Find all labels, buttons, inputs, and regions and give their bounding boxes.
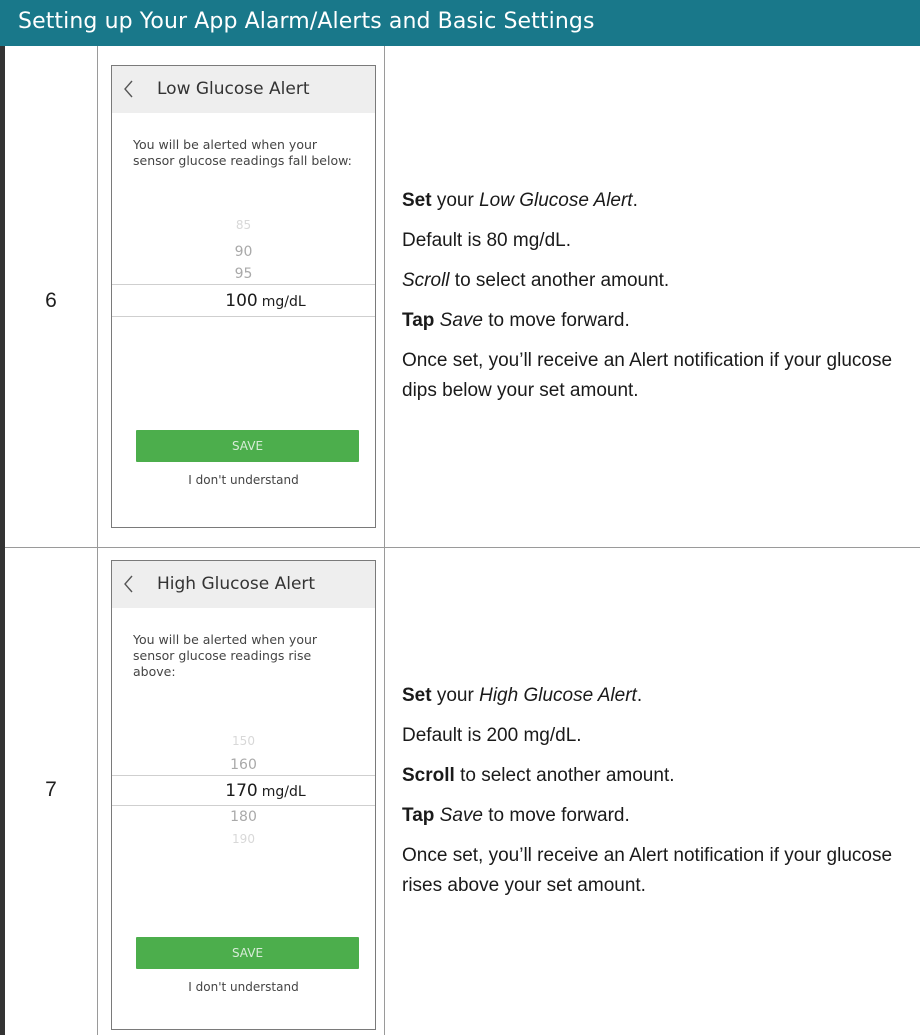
instruction-default: Default is 80 mg/dL. (402, 230, 571, 251)
picker-selected-value[interactable]: 100 mg/dL (134, 291, 375, 311)
italic-text: Save (439, 310, 483, 331)
picker-bottom-line (112, 316, 375, 317)
step-instructions: Set your High Glucose Alert. Default is … (402, 681, 912, 911)
selected-number: 170 (225, 781, 258, 801)
selected-number: 100 (225, 291, 258, 311)
phone-nav-bar: Low Glucose Alert (112, 66, 375, 113)
plain-text: . (636, 685, 643, 706)
italic-text: Scroll (402, 270, 450, 291)
instruction-set: Set your High Glucose Alert. (402, 681, 912, 711)
italic-text: High Glucose Alert (479, 685, 637, 706)
instruction-tap: Tap Save to move forward. (402, 306, 912, 336)
step-number: 7 (45, 778, 57, 801)
section-title: Setting up Your App Alarm/Alerts and Bas… (18, 9, 595, 34)
help-link[interactable]: I don't understand (112, 980, 375, 994)
phone-screen-title: High Glucose Alert (157, 574, 316, 594)
step-number: 6 (45, 289, 57, 312)
instruction-default: Default is 200 mg/dL. (402, 725, 582, 746)
plain-text: to select another amount. (449, 270, 670, 291)
bold-text: Set (402, 190, 432, 211)
plain-text: your (431, 685, 480, 706)
help-link[interactable]: I don't understand (112, 473, 375, 487)
table-row-step-7: 7 High Glucose Alert You will be alerted… (5, 548, 920, 1035)
instruction-note: Once set, you’ll receive an Alert notifi… (402, 845, 893, 896)
bold-text: Set (402, 685, 432, 706)
bold-text: Tap (402, 310, 435, 331)
picker-option[interactable]: 160 (112, 757, 375, 773)
instruction-set: Set your Low Glucose Alert. (402, 186, 912, 216)
italic-text: Low Glucose Alert (479, 190, 633, 211)
picker-bottom-line (112, 805, 375, 806)
bold-text: Scroll (402, 765, 455, 786)
picker-top-line (112, 284, 375, 285)
phone-nav-bar: High Glucose Alert (112, 561, 375, 608)
plain-text: to move forward. (482, 805, 630, 826)
back-chevron-icon[interactable] (122, 575, 136, 593)
instruction-scroll: Scroll to select another amount. (402, 266, 912, 296)
picker-option[interactable]: 180 (112, 809, 375, 825)
instruction-tap: Tap Save to move forward. (402, 801, 912, 831)
selected-unit: mg/dL (261, 294, 306, 310)
phone-screenshot: High Glucose Alert You will be alerted w… (111, 560, 376, 1030)
picker-option[interactable]: 95 (112, 266, 375, 282)
bold-text: Tap (402, 805, 435, 826)
save-button[interactable]: SAVE (136, 937, 359, 969)
save-button[interactable]: SAVE (136, 430, 359, 462)
plain-text: to select another amount. (454, 765, 675, 786)
step-instructions: Set your Low Glucose Alert. Default is 8… (402, 186, 912, 416)
picker-option[interactable]: 85 (112, 218, 375, 232)
instruction-page: Setting up Your App Alarm/Alerts and Bas… (0, 0, 920, 1035)
instruction-scroll: Scroll to select another amount. (402, 761, 912, 791)
picker-option[interactable]: 190 (112, 832, 375, 846)
section-header: Setting up Your App Alarm/Alerts and Bas… (0, 0, 920, 46)
picker-top-line (112, 775, 375, 776)
alert-description: You will be alerted when your sensor glu… (133, 632, 318, 679)
instruction-note: Once set, you’ll receive an Alert notifi… (402, 350, 893, 401)
italic-text: Save (439, 805, 483, 826)
plain-text: your (431, 190, 480, 211)
phone-screen-title: Low Glucose Alert (157, 79, 310, 99)
table-row-step-6: 6 Low Glucose Alert You will be alerted … (5, 46, 920, 548)
plain-text: to move forward. (482, 310, 630, 331)
picker-selected-value[interactable]: 170 mg/dL (134, 781, 375, 801)
picker-option[interactable]: 150 (112, 734, 375, 748)
picker-option[interactable]: 90 (112, 244, 375, 260)
steps-table: 6 Low Glucose Alert You will be alerted … (5, 46, 920, 1035)
plain-text: . (632, 190, 638, 211)
selected-unit: mg/dL (261, 784, 306, 800)
phone-screenshot: Low Glucose Alert You will be alerted wh… (111, 65, 376, 528)
alert-description: You will be alerted when your sensor glu… (133, 137, 352, 168)
back-chevron-icon[interactable] (122, 80, 136, 98)
